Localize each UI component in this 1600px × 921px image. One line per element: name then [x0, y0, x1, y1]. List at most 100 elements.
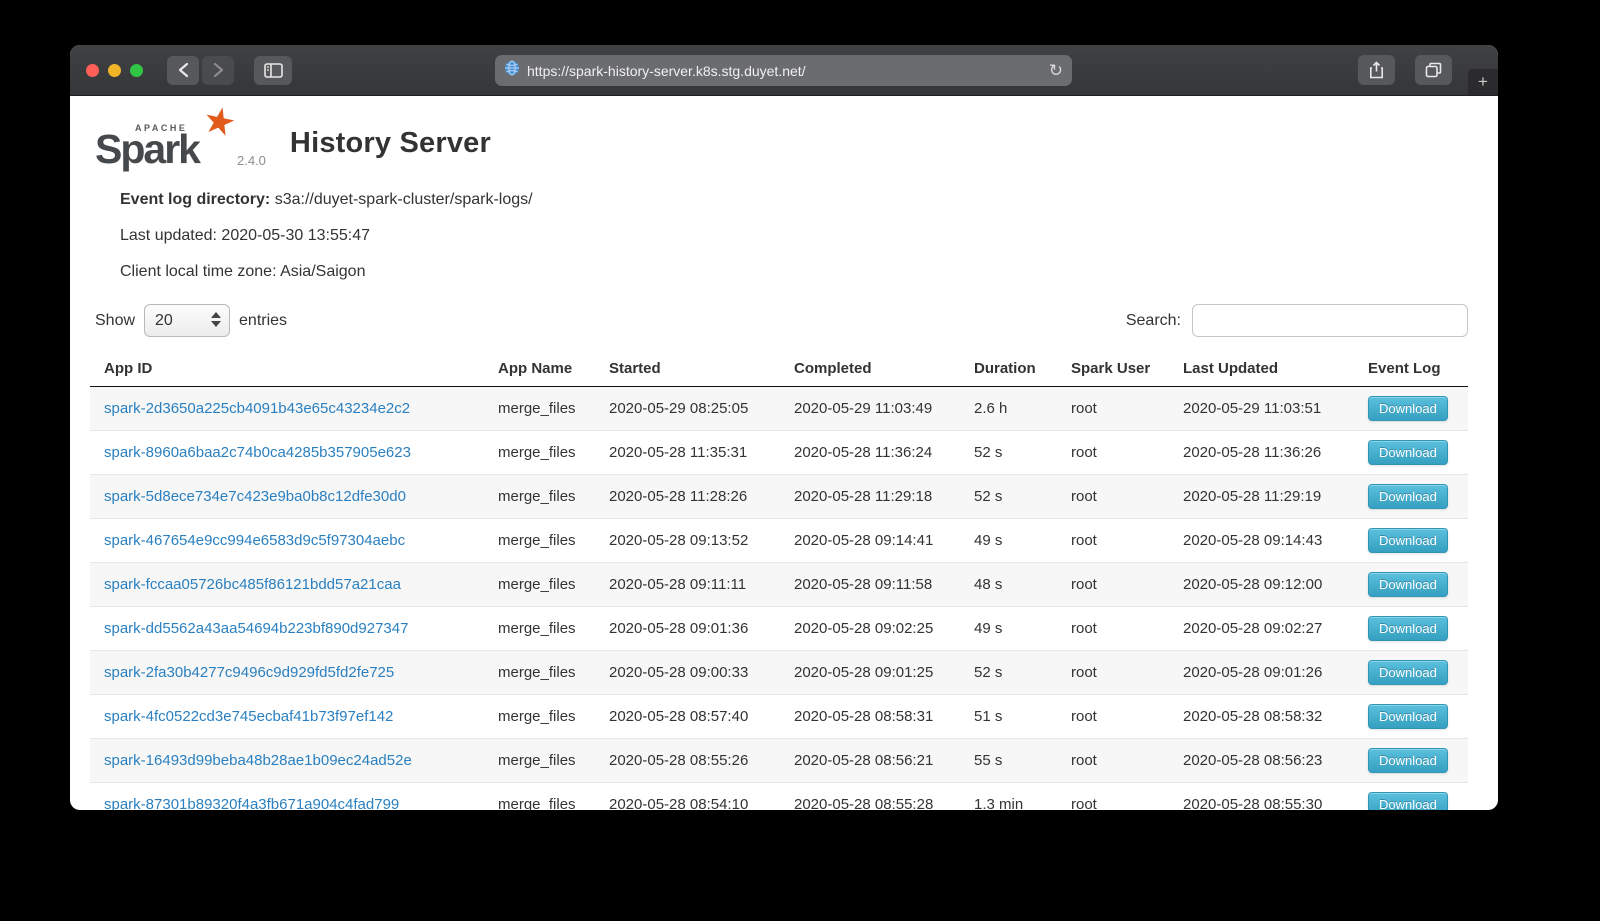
info-block: Event log directory: s3a://duyet-spark-c…: [120, 190, 1468, 282]
app-id-link[interactable]: spark-5d8ece734e7c423e9ba0b8c12dfe30d0: [104, 488, 406, 505]
download-button[interactable]: Download: [1368, 572, 1448, 597]
event-log-cell: Download: [1354, 387, 1468, 431]
download-button[interactable]: Download: [1368, 616, 1448, 641]
app-name-cell: merge_files: [484, 431, 595, 475]
duration-cell: 52 s: [960, 431, 1057, 475]
download-button[interactable]: Download: [1368, 528, 1448, 553]
app-id-cell: spark-467654e9cc994e6583d9c5f97304aebc: [90, 519, 484, 563]
page-size-select-wrap: 20: [144, 304, 230, 337]
download-button[interactable]: Download: [1368, 396, 1448, 421]
table-row: spark-16493d99beba48b28ae1b09ec24ad52e me…: [90, 739, 1468, 783]
table-row: spark-fccaa05726bc485f86121bdd57a21caa me…: [90, 563, 1468, 607]
close-button[interactable]: [86, 64, 99, 77]
back-button[interactable]: [167, 56, 199, 85]
minimize-button[interactable]: [108, 64, 121, 77]
event-log-cell: Download: [1354, 607, 1468, 651]
column-header-app-name[interactable]: App Name: [484, 351, 595, 387]
column-header-app-id[interactable]: App ID: [90, 351, 484, 387]
event-log-cell: Download: [1354, 431, 1468, 475]
app-id-cell: spark-8960a6baa2c74b0ca4285b357905e623: [90, 431, 484, 475]
spark-wordmark: Spark: [95, 126, 199, 173]
table-row: spark-467654e9cc994e6583d9c5f97304aebcme…: [90, 519, 1468, 563]
download-button[interactable]: Download: [1368, 748, 1448, 773]
table-row: spark-87301b89320f4a3fb671a904c4fad799me…: [90, 783, 1468, 811]
tab-overview-button[interactable]: [1415, 55, 1452, 85]
app-id-link[interactable]: spark-4fc0522cd3e745ecbaf41b73f97ef142: [104, 708, 393, 725]
app-id-cell: spark-87301b89320f4a3fb671a904c4fad799: [90, 783, 484, 811]
last-updated-cell: 2020-05-28 08:55:30: [1169, 783, 1354, 811]
spark-user-cell: root: [1057, 431, 1169, 475]
app-id-link[interactable]: spark-2d3650a225cb4091b43e65c43234e2c2: [104, 400, 410, 417]
browser-titlebar: https://spark-history-server.k8s.stg.duy…: [70, 45, 1498, 96]
started-cell: 2020-05-29 08:25:05: [595, 387, 780, 431]
app-id-cell: spark-dd5562a43aa54694b223bf890d927347: [90, 607, 484, 651]
tabs-icon: [1425, 62, 1442, 78]
app-name-cell: merge_files: [484, 695, 595, 739]
started-cell: 2020-05-28 09:11:11: [595, 563, 780, 607]
spark-user-cell: root: [1057, 475, 1169, 519]
spark-user-cell: root: [1057, 783, 1169, 811]
window-controls: [86, 64, 143, 77]
duration-cell: 55 s: [960, 739, 1057, 783]
started-cell: 2020-05-28 09:00:33: [595, 651, 780, 695]
search-label: Search:: [1126, 312, 1181, 330]
app-id-cell: spark-5d8ece734e7c423e9ba0b8c12dfe30d0: [90, 475, 484, 519]
page-content: APACHE Spark ★ 2.4.0 History Server Even…: [70, 96, 1498, 810]
app-name-cell: merge_files: [484, 563, 595, 607]
app-name-cell: merge_files: [484, 739, 595, 783]
forward-button[interactable]: [202, 56, 234, 85]
download-button[interactable]: Download: [1368, 484, 1448, 509]
plus-icon: +: [1478, 72, 1488, 92]
app-id-link[interactable]: spark-467654e9cc994e6583d9c5f97304aebc: [104, 532, 405, 549]
app-id-cell: spark-4fc0522cd3e745ecbaf41b73f97ef142: [90, 695, 484, 739]
app-id-link[interactable]: spark-fccaa05726bc485f86121bdd57a21caa: [104, 576, 401, 593]
spark-user-cell: root: [1057, 563, 1169, 607]
started-cell: 2020-05-28 09:13:52: [595, 519, 780, 563]
app-id-link[interactable]: spark-87301b89320f4a3fb671a904c4fad799: [104, 796, 399, 810]
spark-logo: APACHE Spark ★: [95, 112, 227, 174]
app-table-body: spark-2d3650a225cb4091b43e65c43234e2c2 me…: [90, 387, 1468, 811]
last-updated-cell: 2020-05-29 11:03:51: [1169, 387, 1354, 431]
column-header-started[interactable]: Started: [595, 351, 780, 387]
search-control: Search:: [1126, 304, 1468, 337]
download-button[interactable]: Download: [1368, 792, 1448, 810]
spark-user-cell: root: [1057, 607, 1169, 651]
column-header-spark-user[interactable]: Spark User: [1057, 351, 1169, 387]
column-header-last-updated[interactable]: Last Updated: [1169, 351, 1354, 387]
reload-button[interactable]: ↻: [1049, 62, 1063, 79]
address-bar[interactable]: https://spark-history-server.k8s.stg.duy…: [495, 55, 1072, 86]
last-updated-text: Last updated: 2020-05-30 13:55:47: [120, 226, 1468, 246]
download-button[interactable]: Download: [1368, 440, 1448, 465]
page-size-select[interactable]: 20: [144, 304, 230, 337]
started-cell: 2020-05-28 09:01:36: [595, 607, 780, 651]
app-id-link[interactable]: spark-2fa30b4277c9496c9d929fd5fd2fe725: [104, 664, 394, 681]
sidebar-toggle-button[interactable]: [254, 56, 292, 85]
event-log-directory-label: Event log directory:: [120, 191, 270, 208]
app-id-link[interactable]: spark-dd5562a43aa54694b223bf890d927347: [104, 620, 408, 637]
download-button[interactable]: Download: [1368, 704, 1448, 729]
event-log-cell: Download: [1354, 519, 1468, 563]
new-tab-button[interactable]: +: [1468, 69, 1498, 95]
event-log-cell: Download: [1354, 475, 1468, 519]
sidebar-icon: [264, 63, 283, 78]
duration-cell: 51 s: [960, 695, 1057, 739]
app-id-link[interactable]: spark-16493d99beba48b28ae1b09ec24ad52e: [104, 752, 412, 769]
table-row: spark-5d8ece734e7c423e9ba0b8c12dfe30d0 me…: [90, 475, 1468, 519]
last-updated-cell: 2020-05-28 11:29:19: [1169, 475, 1354, 519]
download-button[interactable]: Download: [1368, 660, 1448, 685]
search-input[interactable]: [1192, 304, 1468, 337]
zoom-button[interactable]: [130, 64, 143, 77]
completed-cell: 2020-05-28 11:36:24: [780, 431, 960, 475]
event-log-cell: Download: [1354, 783, 1468, 811]
app-name-cell: merge_files: [484, 475, 595, 519]
share-button[interactable]: [1358, 55, 1395, 85]
app-id-cell: spark-fccaa05726bc485f86121bdd57a21caa: [90, 563, 484, 607]
column-header-event-log[interactable]: Event Log: [1354, 351, 1468, 387]
started-cell: 2020-05-28 08:55:26: [595, 739, 780, 783]
spark-version: 2.4.0: [237, 153, 266, 168]
column-header-completed[interactable]: Completed: [780, 351, 960, 387]
event-log-cell: Download: [1354, 695, 1468, 739]
column-header-duration[interactable]: Duration: [960, 351, 1057, 387]
started-cell: 2020-05-28 08:54:10: [595, 783, 780, 811]
app-id-link[interactable]: spark-8960a6baa2c74b0ca4285b357905e623: [104, 444, 411, 461]
